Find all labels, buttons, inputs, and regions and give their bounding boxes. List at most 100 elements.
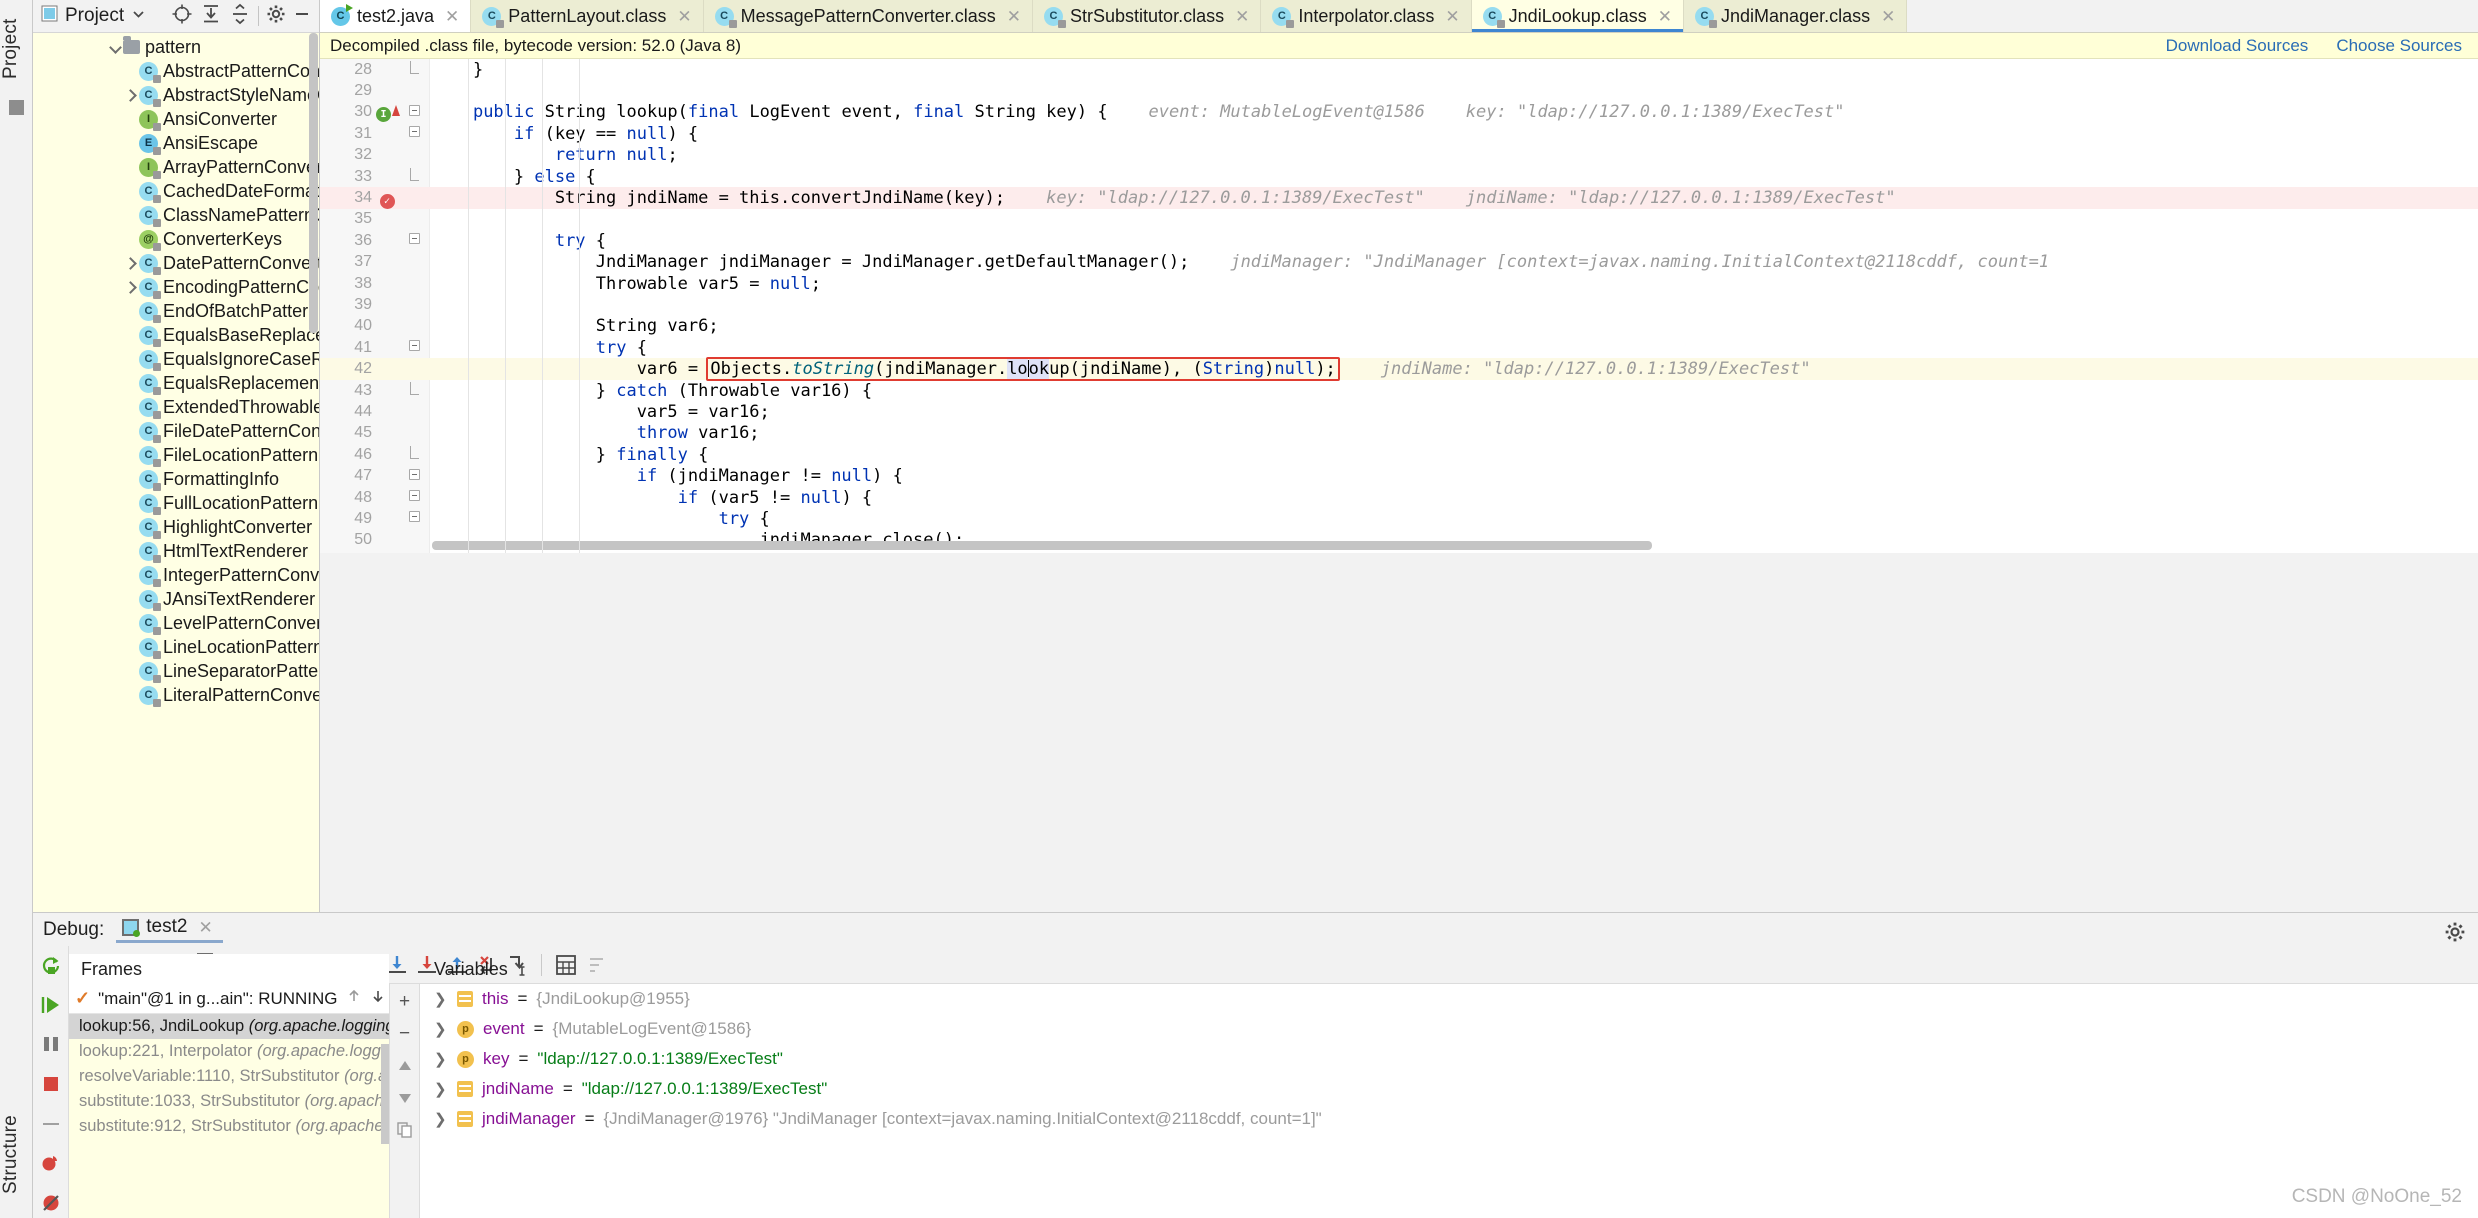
- tree-item-AnsiEscape[interactable]: EAnsiEscape: [33, 131, 319, 155]
- code-line-51[interactable]: 51 } catch (Throwable var15) {: [320, 551, 2478, 553]
- chevron-down-icon[interactable]: [131, 6, 146, 26]
- fold-collapse-icon[interactable]: [406, 340, 422, 355]
- frames-scrollbar[interactable]: [381, 1044, 389, 1144]
- rerun-icon[interactable]: [36, 950, 66, 980]
- code-line-38[interactable]: 38 Throwable var5 = null;: [320, 273, 2478, 294]
- fold-end-icon[interactable]: [406, 168, 422, 185]
- tree-item-LineSeparatorPatternConverter[interactable]: CLineSeparatorPatternConverter: [33, 659, 319, 683]
- variable-row[interactable]: ❯jndiName="ldap://127.0.0.1:1389/ExecTes…: [420, 1074, 2478, 1104]
- tree-item-AbstractPatternConverter[interactable]: CAbstractPatternConverter: [33, 59, 319, 83]
- code-line-43[interactable]: 43 } catch (Throwable var16) {: [320, 380, 2478, 401]
- code-line-39[interactable]: 39: [320, 294, 2478, 315]
- fold-collapse-icon[interactable]: [406, 233, 422, 248]
- fold-collapse-icon[interactable]: [406, 490, 422, 505]
- editor-tab-MessagePatternConverter-class[interactable]: CMessagePatternConverter.class✕: [704, 0, 1033, 32]
- fold-collapse-icon[interactable]: [406, 126, 422, 141]
- frame-row[interactable]: resolveVariable:1110, StrSubstitutor (or…: [69, 1064, 389, 1089]
- code-line-35[interactable]: 35: [320, 209, 2478, 230]
- tree-item-FileDatePatternConverter[interactable]: CFileDatePatternConverter: [33, 419, 319, 443]
- stop-program-icon[interactable]: [36, 1069, 66, 1099]
- code-line-49[interactable]: 49 try {: [320, 508, 2478, 529]
- pause-program-icon[interactable]: [36, 1029, 66, 1059]
- tree-item-EqualsBaseReplacementConverter[interactable]: CEqualsBaseReplacementConverter: [33, 323, 319, 347]
- variables-list[interactable]: ❯this={JndiLookup@1955}❯pevent={MutableL…: [420, 984, 2478, 1134]
- tree-item-EqualsIgnoreCaseReplacementConverter[interactable]: CEqualsIgnoreCaseReplacementConverter: [33, 347, 319, 371]
- fold-end-icon[interactable]: [406, 446, 422, 463]
- sort-variables-icon[interactable]: [581, 950, 611, 980]
- close-icon[interactable]: ✕: [198, 919, 212, 936]
- code-line-29[interactable]: 29: [320, 80, 2478, 101]
- minimize-icon[interactable]: [293, 5, 311, 28]
- download-sources-link[interactable]: Download Sources: [2166, 36, 2309, 56]
- chevron-right-icon[interactable]: ❯: [434, 990, 448, 1008]
- sidebar-tab-structure[interactable]: Structure: [0, 1096, 33, 1214]
- code-line-28[interactable]: 28 }: [320, 59, 2478, 80]
- tree-item-DatePatternConverter[interactable]: CDatePatternConverter: [33, 251, 319, 275]
- chevron-right-icon[interactable]: [123, 279, 139, 295]
- tree-item-AnsiConverter[interactable]: IAnsiConverter: [33, 107, 319, 131]
- editor-tab-StrSubstitutor-class[interactable]: CStrSubstitutor.class✕: [1033, 0, 1261, 32]
- variable-row[interactable]: ❯jndiManager={JndiManager@1976} "JndiMan…: [420, 1104, 2478, 1134]
- editor-horizontal-scrollbar[interactable]: [432, 541, 1652, 550]
- tree-item-JAnsiTextRenderer[interactable]: CJAnsiTextRenderer: [33, 587, 319, 611]
- editor-tab-PatternLayout-class[interactable]: CPatternLayout.class✕: [471, 0, 703, 32]
- code-line-45[interactable]: 45 throw var16;: [320, 423, 2478, 444]
- tree-item-EqualsReplacementConverter[interactable]: CEqualsReplacementConverter: [33, 371, 319, 395]
- editor-tab-test2-java[interactable]: Ctest2.java✕: [320, 0, 471, 32]
- sidebar-tab-project[interactable]: Project: [0, 4, 33, 94]
- tree-item-HighlightConverter[interactable]: CHighlightConverter: [33, 515, 319, 539]
- tree-item-FormattingInfo[interactable]: CFormattingInfo: [33, 467, 319, 491]
- variable-row[interactable]: ❯pevent={MutableLogEvent@1586}: [420, 1014, 2478, 1044]
- chevron-right-icon[interactable]: ❯: [434, 1050, 448, 1068]
- chevron-right-icon[interactable]: ❯: [434, 1110, 448, 1128]
- code-content[interactable]: 28 }2930I public String lookup(final Log…: [320, 59, 2478, 553]
- close-icon[interactable]: ✕: [677, 8, 691, 25]
- code-line-47[interactable]: 47 if (jndiManager != null) {: [320, 465, 2478, 486]
- tree-item-LevelPatternConverter[interactable]: CLevelPatternConverter: [33, 611, 319, 635]
- close-icon[interactable]: ✕: [1445, 8, 1459, 25]
- close-icon[interactable]: ✕: [1658, 8, 1672, 25]
- tree-item-FullLocationPatternConverter[interactable]: CFullLocationPatternConverter: [33, 491, 319, 515]
- fold-end-icon[interactable]: [406, 382, 422, 399]
- tree-item-HtmlTextRenderer[interactable]: CHtmlTextRenderer: [33, 539, 319, 563]
- editor-tab-bar[interactable]: Ctest2.java✕CPatternLayout.class✕CMessag…: [320, 0, 2478, 33]
- tree-item-EncodingPatternConverter[interactable]: CEncodingPatternConverter: [33, 275, 319, 299]
- fold-collapse-icon[interactable]: [406, 469, 422, 484]
- frame-row[interactable]: substitute:912, StrSubstitutor (org.apac…: [69, 1114, 389, 1139]
- code-line-41[interactable]: 41 try {: [320, 337, 2478, 358]
- editor-tab-JndiLookup-class[interactable]: CJndiLookup.class✕: [1472, 0, 1684, 32]
- frame-row[interactable]: lookup:56, JndiLookup (org.apache.loggin…: [69, 1014, 389, 1039]
- settings-icon[interactable]: [2444, 921, 2466, 948]
- code-line-37[interactable]: 37 JndiManager jndiManager = JndiManager…: [320, 252, 2478, 273]
- implements-method-icon[interactable]: I: [376, 102, 398, 122]
- arrow-down-icon[interactable]: [370, 988, 386, 1009]
- tree-item-ClassNamePatternConverter[interactable]: CClassNamePatternConverter: [33, 203, 319, 227]
- close-icon[interactable]: ✕: [445, 8, 459, 25]
- selected-expression[interactable]: Objects.toString(jndiManager.lookup(jndi…: [706, 357, 1339, 381]
- fold-end-icon[interactable]: [406, 61, 422, 78]
- editor-tab-Interpolator-class[interactable]: CInterpolator.class✕: [1261, 0, 1471, 32]
- tree-item-LineLocationPatternConverter[interactable]: CLineLocationPatternConverter: [33, 635, 319, 659]
- variable-row[interactable]: ❯pkey="ldap://127.0.0.1:1389/ExecTest": [420, 1044, 2478, 1074]
- chevron-down-icon[interactable]: [107, 39, 123, 55]
- move-up-icon[interactable]: [392, 1054, 418, 1078]
- code-line-36[interactable]: 36 try {: [320, 230, 2478, 251]
- fold-collapse-icon[interactable]: [406, 511, 422, 526]
- code-line-42[interactable]: 42 var6 = Objects.toString(jndiManager.l…: [320, 358, 2478, 379]
- code-line-34[interactable]: 34✓ String jndiName = this.convertJndiNa…: [320, 187, 2478, 208]
- code-line-33[interactable]: 33 } else {: [320, 166, 2478, 187]
- chevron-right-icon[interactable]: ❯: [434, 1020, 448, 1038]
- tree-item-LiteralPatternConverter[interactable]: CLiteralPatternConverter: [33, 683, 319, 707]
- tree-item-AbstractStyleNameConverter[interactable]: CAbstractStyleNameConverter: [33, 83, 319, 107]
- resume-program-icon[interactable]: [36, 990, 66, 1020]
- view-breakpoints-icon[interactable]: [36, 1149, 66, 1179]
- code-line-32[interactable]: 32 return null;: [320, 145, 2478, 166]
- debug-session-tab[interactable]: test2 ✕: [116, 916, 222, 943]
- debug-action-rail[interactable]: [33, 946, 69, 1218]
- tree-item-FileLocationPatternConverter[interactable]: CFileLocationPatternConverter: [33, 443, 319, 467]
- variable-row[interactable]: ❯this={JndiLookup@1955}: [420, 984, 2478, 1014]
- code-line-46[interactable]: 46 } finally {: [320, 444, 2478, 465]
- tree-item-ConverterKeys[interactable]: @ConverterKeys: [33, 227, 319, 251]
- chevron-right-icon[interactable]: [123, 255, 139, 271]
- breakpoint-icon[interactable]: ✓: [376, 188, 398, 208]
